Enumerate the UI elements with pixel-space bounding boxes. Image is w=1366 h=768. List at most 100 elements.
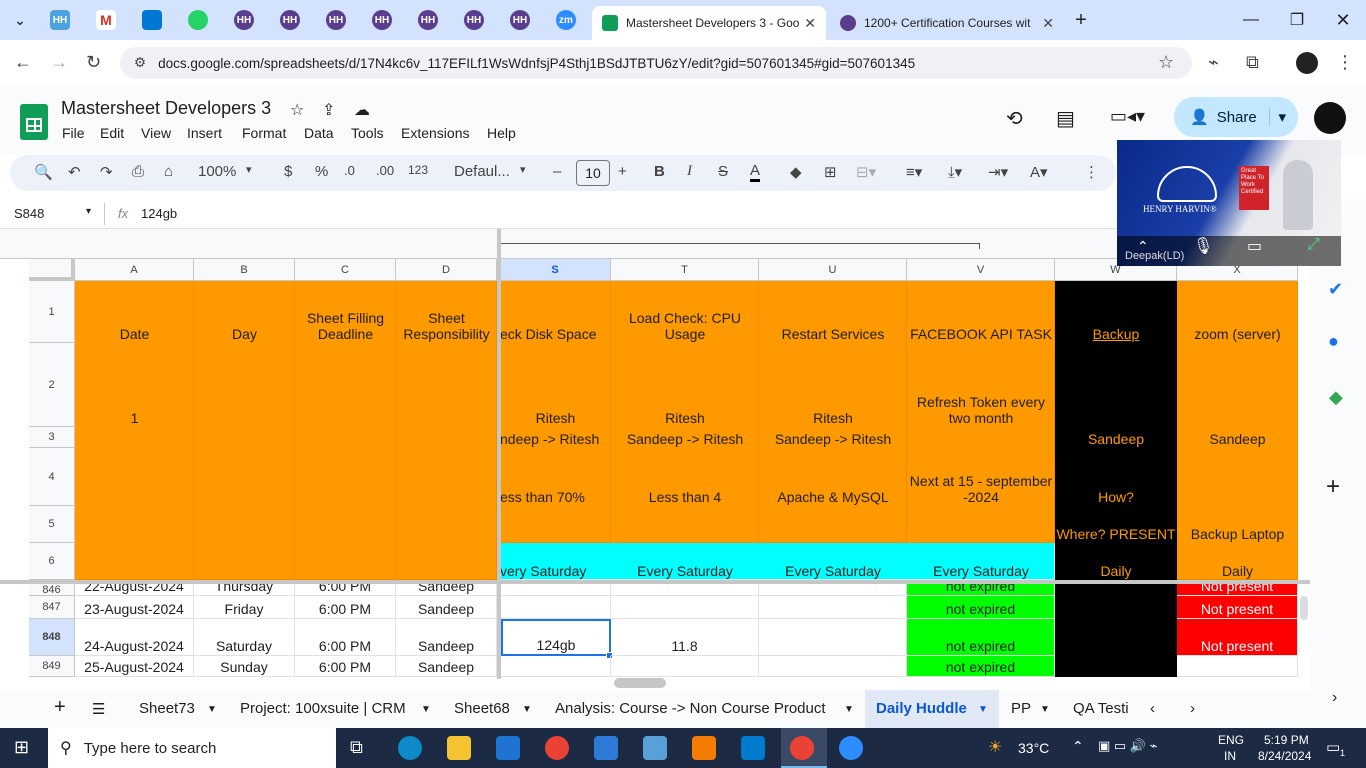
new-tab-button[interactable]: + [1058,0,1104,40]
column-group-bracket[interactable] [500,243,980,249]
share-button[interactable]: 👤 Share ▾ [1174,97,1298,137]
bold-button[interactable]: B [654,163,665,180]
cell-s848-selected[interactable]: 124gb [501,619,611,656]
cell-v1[interactable]: FACEBOOK API TASK [907,281,1055,343]
increase-decimal-button[interactable]: .00 [376,163,394,178]
scroll-tabs-right-icon[interactable]: › [1190,700,1195,717]
vertical-align-icon[interactable]: ⤓▾ [948,163,962,181]
cell-x6[interactable]: Daily [1177,543,1298,580]
tasks-icon[interactable]: ✔ [1328,279,1343,300]
cell-d1[interactable]: Sheet Responsibility [396,281,497,343]
search-menus-icon[interactable]: 🔍 [34,163,53,181]
cell-x849[interactable] [1177,656,1298,677]
tab-search-icon[interactable]: ⌄ [10,10,30,30]
cell-x847[interactable]: Not present [1177,596,1298,619]
pinned-tab-henryharvin[interactable]: HH [50,10,70,30]
cell-a848[interactable]: 24-August-2024 [75,619,194,656]
cell-t1[interactable]: Load Check: CPU Usage [611,281,759,343]
cell-t4[interactable]: Less than 4 [611,448,759,506]
vertical-scrollbar-thumb[interactable] [1300,596,1308,620]
column-header-c[interactable]: C [295,259,396,281]
cell-x3[interactable]: Sandeep [1177,427,1298,448]
percent-button[interactable]: % [315,163,328,180]
paint-format-icon[interactable]: ⌂ [164,163,173,180]
pinned-tab-hh-icon[interactable]: HH [418,10,438,30]
notifications-icon[interactable]: ▭ [1326,738,1340,756]
cell-x848[interactable]: Not present [1177,619,1298,656]
cell-s847[interactable] [501,596,611,619]
text-color-button[interactable]: A [750,163,761,182]
back-icon[interactable]: ← [14,52,32,73]
pinned-tab-hh-icon[interactable]: HH [510,10,530,30]
collapse-panel-icon[interactable]: › [1332,689,1337,707]
cell-b846[interactable]: Thursday [194,584,295,596]
windows-start-icon[interactable]: ⊞ [14,737,29,758]
more-options-icon[interactable]: ⋮ [1084,163,1099,181]
sheet-tab[interactable]: Analysis: Course -> Non Course Product [555,700,826,717]
cell-v848[interactable]: not expired [907,619,1055,656]
cell-t3[interactable]: Sandeep -> Ritesh [611,427,759,448]
font-dropdown-icon[interactable]: ▾ [520,163,526,176]
cell-s3[interactable]: ndeep -> Ritesh [500,427,611,448]
menu-insert[interactable]: Insert [187,125,222,141]
tab-mastersheet[interactable]: Mastersheet Developers 3 - Goo ✕ [592,6,826,40]
cell-t2[interactable]: Ritesh [611,343,759,427]
bookmark-star-icon[interactable]: ☆ [1158,52,1174,73]
pinned-tab-hh-icon[interactable]: HH [280,10,300,30]
cell-s846[interactable] [501,584,611,596]
cell-t848[interactable]: 11.8 [611,619,759,656]
borders-icon[interactable]: ⊞ [824,163,837,181]
cell-c846[interactable]: 6:00 PM [295,584,396,596]
contacts-icon[interactable]: ● [1328,331,1339,352]
cell-a847[interactable]: 23-August-2024 [75,596,194,619]
column-header-t[interactable]: T [611,259,759,281]
sheet-tab[interactable]: Sheet68 [454,700,510,717]
pinned-tab-hh-icon[interactable]: HH [372,10,392,30]
close-tab-icon[interactable]: ✕ [1042,15,1054,32]
cell-c847[interactable]: 6:00 PM [295,596,396,619]
cell-v846[interactable]: not expired [907,584,1055,596]
file-explorer-icon[interactable] [447,736,471,760]
zoom-video-overlay[interactable]: HENRY HARVIN® Great Place To Work Certif… [1117,140,1341,266]
clock-date[interactable]: 8/24/2024 [1258,749,1311,763]
zoom-icon[interactable] [839,736,863,760]
cell-u4[interactable]: Apache & MySQL [759,448,907,506]
cell-b848[interactable]: Saturday [194,619,295,656]
sheet-tab-dropdown-icon[interactable]: ▼ [522,704,532,715]
task-view-icon[interactable]: ⧉ [350,737,363,758]
cell-s2[interactable]: Ritesh [500,343,611,427]
cell-w847[interactable] [1055,596,1177,619]
share-dropdown-icon[interactable]: ▾ [1269,108,1286,126]
cell-v2[interactable]: Refresh Token every two month [907,343,1055,427]
pinned-tab-whatsapp-icon[interactable] [188,10,208,30]
lang-primary[interactable]: ENG [1218,733,1244,747]
font-size-decrease[interactable]: – [553,163,561,180]
meet-icon[interactable]: ▭◂▾ [1110,106,1145,127]
sheet-tab-dropdown-icon[interactable]: ▼ [1040,704,1050,715]
chrome-icon[interactable] [545,736,569,760]
column-header-a[interactable]: A [75,259,194,281]
font-select[interactable]: Defaul... [454,163,510,180]
cell-s1[interactable]: eck Disk Space [500,281,611,343]
more-formats-button[interactable]: 123 [408,163,428,177]
menu-help[interactable]: Help [487,125,516,141]
sheet-tab-dropdown-icon[interactable]: ▼ [207,704,217,715]
cell-u846[interactable] [759,584,907,596]
cell-a849[interactable]: 25-August-2024 [75,656,194,677]
cell-t846[interactable] [611,584,759,596]
column-header-b[interactable]: B [194,259,295,281]
store-icon[interactable] [594,736,618,760]
menu-tools[interactable]: Tools [351,125,384,141]
cell-s849[interactable] [501,656,611,677]
account-avatar[interactable] [1314,102,1346,134]
lang-secondary[interactable]: IN [1224,749,1236,763]
currency-button[interactable]: $ [284,163,292,180]
cell-d847[interactable]: Sandeep [396,596,497,619]
stop-video-icon[interactable]: ▭ [1247,236,1262,256]
cell-d848[interactable]: Sandeep [396,619,497,656]
cell-u2[interactable]: Ritesh [759,343,907,427]
add-sheet-button[interactable]: + [54,696,66,719]
select-all-corner[interactable] [29,259,75,281]
minimize-button[interactable]: — [1228,0,1274,40]
cell-a1[interactable]: Date [75,281,194,343]
